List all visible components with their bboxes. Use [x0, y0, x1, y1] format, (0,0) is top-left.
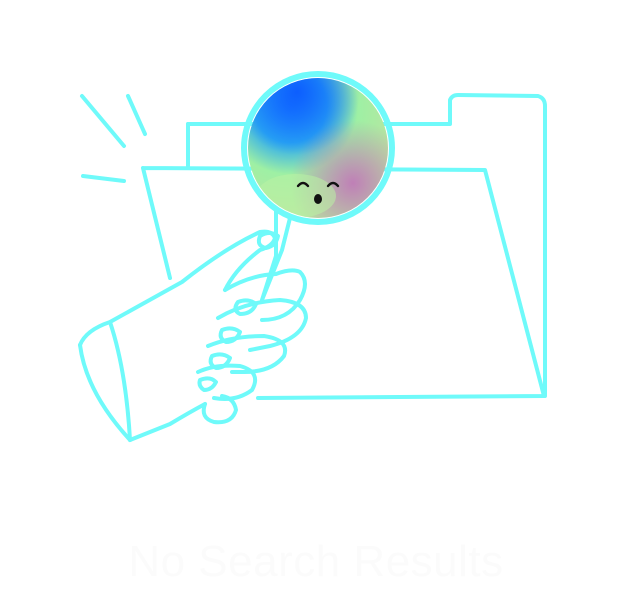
magnifier-icon	[241, 71, 395, 225]
sparkle-lines-icon	[80, 94, 147, 183]
magnifier-handle-icon	[260, 206, 292, 302]
no-results-title: No Search Results	[128, 537, 504, 586]
no-results-illustration	[78, 71, 547, 442]
empty-state: No Search Results	[0, 0, 632, 591]
